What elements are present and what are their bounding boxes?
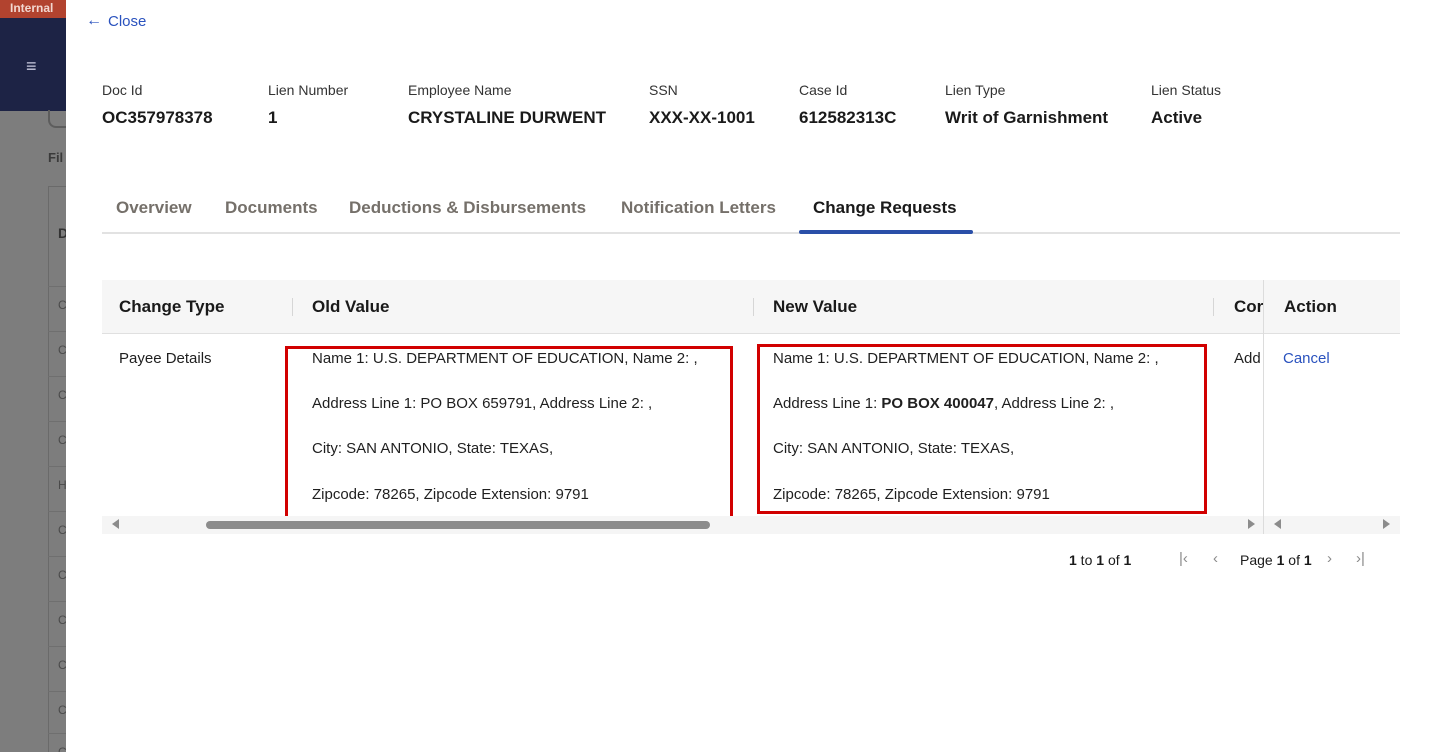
tab-bar: Overview Documents Deductions & Disburse… [102, 190, 1400, 234]
range-total: 1 [1123, 552, 1132, 568]
summary-value: Writ of Garnishment [945, 108, 1109, 127]
column-header-action[interactable]: Action [1284, 297, 1337, 317]
table-header: Change Type Old Value New Value Cor Acti… [102, 280, 1400, 334]
pinned-column-divider [1263, 280, 1264, 534]
background-row-divider [48, 331, 68, 332]
pinned-horizontal-scrollbar[interactable] [1264, 516, 1400, 534]
horizontal-scrollbar[interactable] [102, 516, 1263, 534]
page-indicator: Page 1 of 1 [1240, 552, 1312, 568]
scroll-left-icon[interactable] [1274, 519, 1281, 529]
summary-value: 1 [268, 108, 278, 127]
summary-lien-number: Lien Number 1 [268, 82, 348, 128]
column-separator[interactable] [753, 298, 754, 316]
range-of-text: of [1104, 552, 1124, 568]
lien-details-drawer: ← Close Doc Id OC357978378 Lien Number 1… [66, 0, 1432, 752]
scroll-right-icon[interactable] [1248, 519, 1255, 529]
background-row-divider [48, 421, 68, 422]
previous-page-icon[interactable]: ‹ [1213, 550, 1218, 567]
page-of-text: of [1284, 552, 1304, 568]
background-row-divider [48, 601, 68, 602]
summary-employee-name: Employee Name CRYSTALINE DURWENT [408, 82, 606, 128]
page-text: Page [1240, 552, 1277, 568]
pagination-summary: 1 to 1 of 1 [1069, 552, 1131, 568]
cell-change-type: Payee Details [119, 350, 212, 367]
old-value-highlight [285, 346, 733, 520]
summary-label: Doc Id [102, 82, 143, 98]
arrow-left-icon: ← [86, 12, 102, 29]
summary-value: OC357978378 [102, 108, 213, 127]
tab-overview[interactable]: Overview [116, 198, 192, 218]
summary-lien-status: Lien Status Active [1151, 82, 1221, 128]
summary-lien-type: Lien Type Writ of Garnishment [945, 82, 1108, 128]
column-separator[interactable] [1213, 298, 1214, 316]
range-start: 1 [1069, 552, 1077, 568]
active-tab-indicator [799, 230, 973, 234]
tab-deductions-disbursements[interactable]: Deductions & Disbursements [349, 198, 586, 218]
background-row-divider [48, 646, 68, 647]
scroll-right-icon[interactable] [1383, 519, 1390, 529]
column-header-old-value[interactable]: Old Value [312, 297, 389, 317]
close-label: Close [108, 12, 147, 30]
cell-comment-clip: Add [1234, 280, 1263, 516]
page-total: 1 [1303, 552, 1312, 568]
background-row-divider [48, 733, 68, 734]
background-row-divider [48, 376, 68, 377]
background-row-divider [48, 466, 68, 467]
column-header-new-value[interactable]: New Value [773, 297, 857, 317]
summary-label: Lien Status [1151, 82, 1222, 98]
first-page-icon[interactable]: |‹ [1179, 550, 1188, 567]
column-separator[interactable] [292, 298, 293, 316]
summary-case-id: Case Id 612582313C [799, 82, 896, 128]
last-page-icon[interactable]: ›| [1356, 550, 1365, 567]
range-end: 1 [1096, 552, 1105, 568]
environment-banner: Internal [0, 0, 66, 18]
background-row-divider [48, 691, 68, 692]
tab-change-requests[interactable]: Change Requests [813, 198, 957, 218]
cell-comment: Add [1234, 350, 1261, 367]
tab-documents[interactable]: Documents [225, 198, 318, 218]
background-row-divider [48, 556, 68, 557]
background-row-divider [48, 286, 68, 287]
cancel-request-link[interactable]: Cancel [1283, 350, 1330, 367]
column-header-change-type[interactable]: Change Type [119, 297, 224, 317]
hamburger-menu-icon: ≡ [26, 56, 37, 76]
summary-ssn: SSN XXX-XX-1001 [649, 82, 755, 128]
summary-value: Active [1151, 108, 1203, 127]
scrollbar-thumb[interactable] [206, 521, 710, 529]
tab-notification-letters[interactable]: Notification Letters [621, 198, 776, 218]
app-header: ≡ [0, 18, 66, 111]
summary-value: CRYSTALINE DURWENT [408, 108, 607, 127]
scroll-left-icon[interactable] [112, 519, 119, 529]
background-filter-label: Fil [48, 150, 64, 165]
next-page-icon[interactable]: › [1327, 550, 1332, 567]
summary-label: Case Id [799, 82, 848, 98]
summary-label: Lien Number [268, 82, 349, 98]
change-requests-table: Change Type Old Value New Value Cor Acti… [102, 280, 1400, 534]
summary-doc-id: Doc Id OC357978378 [102, 82, 213, 128]
summary-label: SSN [649, 82, 678, 98]
summary-value: XXX-XX-1001 [649, 108, 755, 127]
range-to-text: to [1076, 552, 1097, 568]
close-button[interactable]: ← Close [86, 12, 146, 30]
summary-label: Lien Type [945, 82, 1006, 98]
background-row-divider [48, 511, 68, 512]
summary-label: Employee Name [408, 82, 512, 98]
new-value-highlight [757, 344, 1207, 514]
summary-value: 612582313C [799, 108, 897, 127]
